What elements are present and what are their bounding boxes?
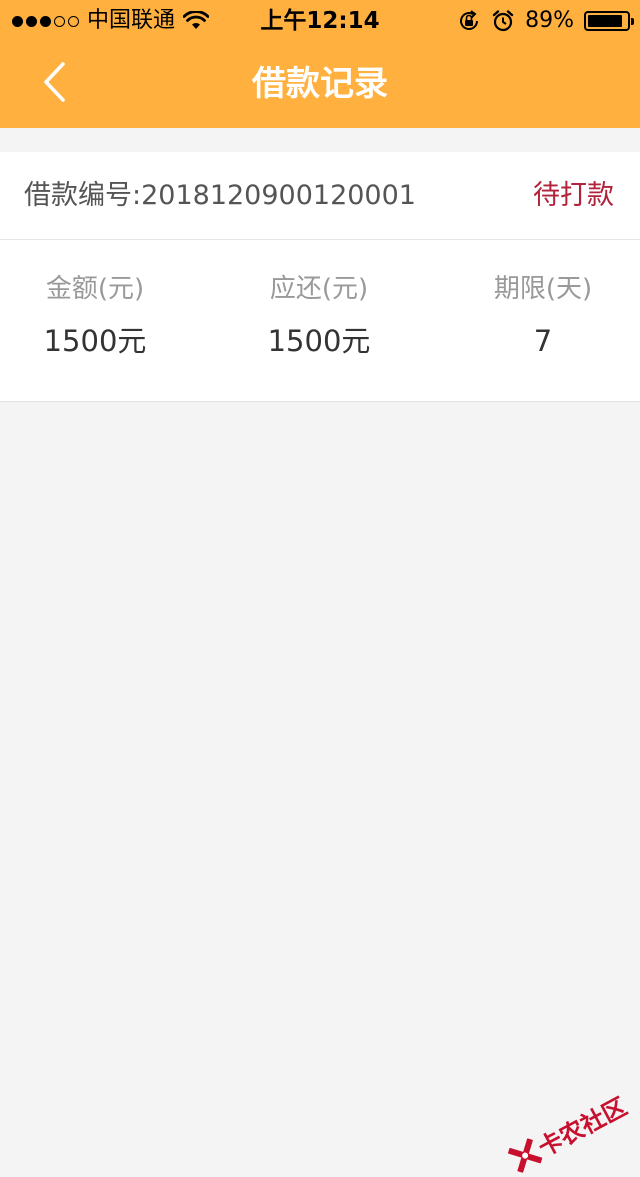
stat-value: 1500元 xyxy=(43,324,147,358)
loan-record-card[interactable]: 借款编号:2018120900120001 待打款 金额(元) 1500元 应还… xyxy=(0,152,640,402)
back-button[interactable] xyxy=(30,56,78,108)
watermark-text: 卡农社区 xyxy=(533,1092,632,1163)
page-title: 借款记录 xyxy=(252,64,388,104)
stat-term: 期限(天) 7 xyxy=(448,270,638,360)
stat-amount: 金额(元) 1500元 xyxy=(0,270,190,360)
stat-label: 金额(元) xyxy=(45,274,145,304)
stat-repayment: 应还(元) 1500元 xyxy=(224,270,414,360)
alarm-icon xyxy=(492,10,514,32)
stat-value: 1500元 xyxy=(267,324,371,358)
stat-label: 期限(天) xyxy=(493,274,593,304)
stat-label: 应还(元) xyxy=(269,274,369,304)
status-bar: 中国联通 上午12:14 89% xyxy=(0,0,640,40)
chevron-left-icon xyxy=(44,62,65,102)
loan-status: 待打款 xyxy=(533,180,614,211)
stat-value: 7 xyxy=(533,324,553,358)
battery-percent: 89% xyxy=(525,8,574,33)
status-bar-right: 89% xyxy=(457,6,634,36)
watermark: 卡农社区 xyxy=(504,1087,632,1177)
header: 中国联通 上午12:14 89% 借款记录 xyxy=(0,0,640,128)
battery-level xyxy=(588,15,622,27)
loan-number-value: 2018120900120001 xyxy=(141,180,416,211)
battery-icon xyxy=(584,11,634,31)
loan-number-label: 借款编号: xyxy=(24,180,142,211)
loan-record-header: 借款编号:2018120900120001 待打款 xyxy=(0,152,640,240)
loan-number: 借款编号:2018120900120001 xyxy=(24,176,416,216)
orientation-lock-icon xyxy=(460,10,479,30)
